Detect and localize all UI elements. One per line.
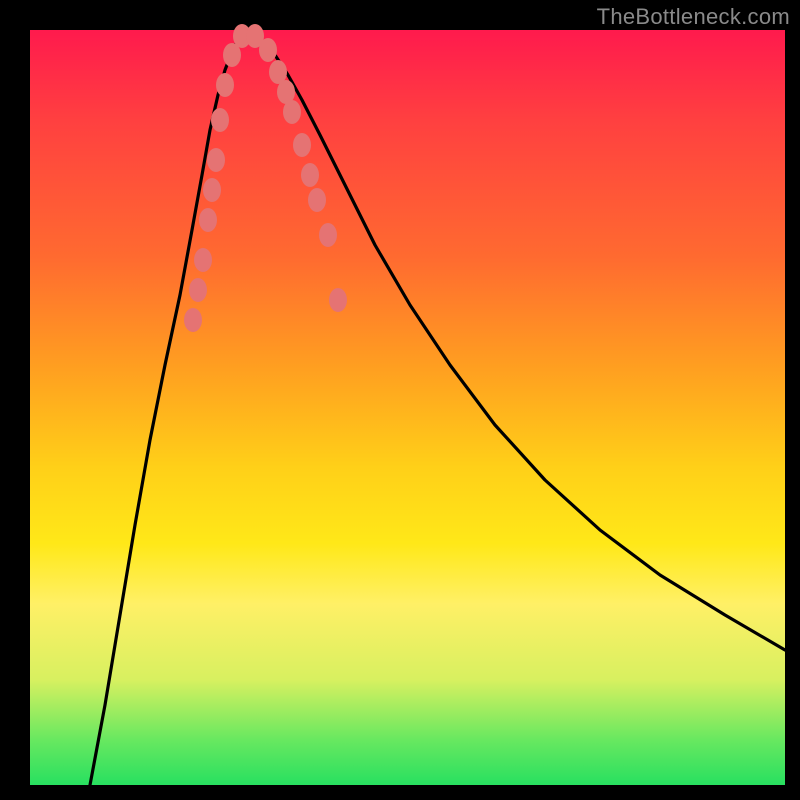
curve-layer (30, 30, 785, 785)
watermark-text: TheBottleneck.com (597, 4, 790, 30)
curve-marker (203, 178, 221, 202)
chart-frame: TheBottleneck.com (0, 0, 800, 800)
curve-marker (207, 148, 225, 172)
curve-marker (189, 278, 207, 302)
curve-marker (283, 100, 301, 124)
curve-marker (211, 108, 229, 132)
plot-area (30, 30, 785, 785)
curve-marker (329, 288, 347, 312)
curve-marker (199, 208, 217, 232)
bottleneck-curve (90, 35, 785, 785)
curve-marker (308, 188, 326, 212)
curve-marker (216, 73, 234, 97)
curve-marker (301, 163, 319, 187)
curve-marker (259, 38, 277, 62)
curve-marker (293, 133, 311, 157)
curve-marker (319, 223, 337, 247)
curve-marker (184, 308, 202, 332)
curve-marker (194, 248, 212, 272)
curve-markers (184, 24, 347, 332)
